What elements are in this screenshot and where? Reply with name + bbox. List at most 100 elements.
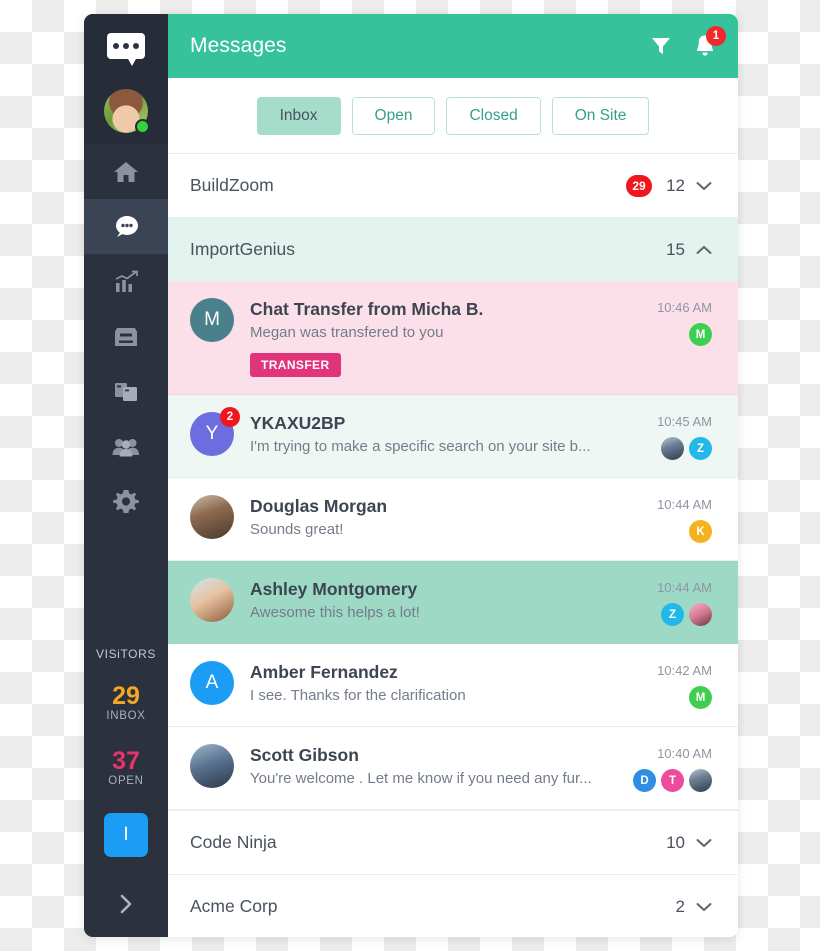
conversation-row[interactable]: Ashley Montgomery Awesome this helps a l…: [168, 561, 738, 644]
chevron-down-icon: [696, 181, 712, 190]
home-icon: [114, 161, 138, 182]
sidebar-item-canned[interactable]: [84, 364, 168, 419]
notification-badge: 1: [706, 26, 726, 46]
group-header-acme-corp[interactable]: Acme Corp 2: [168, 874, 738, 937]
conversation-name: Amber Fernandez: [250, 662, 398, 682]
chevron-right-icon: [120, 894, 132, 914]
main-panel: Messages 1 Inbox Open Closed On Site Bui…: [168, 14, 738, 937]
conversation-text: Douglas Morgan Sounds great!: [250, 495, 645, 543]
participant-avatar: D: [633, 769, 656, 792]
group-name: Code Ninja: [190, 832, 277, 852]
filter-tabs: Inbox Open Closed On Site: [168, 78, 738, 153]
conversation-row[interactable]: M Chat Transfer from Micha B. Megan was …: [168, 281, 738, 395]
group-unread-badge: 29: [626, 174, 652, 197]
compose-button[interactable]: I: [104, 813, 148, 857]
conversation-text: Ashley Montgomery Awesome this helps a l…: [250, 578, 645, 626]
logo-dot: [113, 43, 119, 49]
conversation-meta: 10:44 AM Z: [657, 578, 712, 626]
participant-avatars: Z: [661, 437, 712, 460]
conversation-row[interactable]: Scott Gibson You're welcome . Let me kno…: [168, 727, 738, 810]
filter-button[interactable]: [650, 35, 672, 57]
logo-dot: [133, 43, 139, 49]
group-header-importgenius[interactable]: ImportGenius 15: [168, 217, 738, 281]
participant-avatars: D T: [633, 769, 712, 792]
avatar: [190, 744, 234, 788]
tab-inbox[interactable]: Inbox: [256, 96, 341, 135]
group-name: BuildZoom: [190, 175, 274, 195]
avatar-initial: M: [190, 298, 234, 342]
online-status-indicator: [135, 119, 150, 134]
conversation-preview: You're welcome . Let me know if you need…: [250, 770, 592, 787]
avatar: Y 2: [190, 407, 240, 456]
avatar-photo: [190, 744, 234, 788]
group-name: ImportGenius: [190, 239, 296, 259]
conversation-meta: 10:46 AM M: [657, 298, 712, 377]
logo-dot: [123, 43, 129, 49]
stat-open-label: OPEN: [108, 775, 144, 787]
conversation-preview: Awesome this helps a lot!: [250, 604, 420, 621]
group-meta: 15: [663, 240, 712, 260]
chart-icon: [115, 270, 138, 292]
participant-avatar: [689, 603, 712, 626]
conversation-time: 10:44 AM: [657, 497, 712, 512]
sidebar-expand-button[interactable]: [84, 881, 168, 927]
group-meta: 2: [663, 897, 712, 917]
conversation-text: Amber Fernandez I see. Thanks for the cl…: [250, 661, 645, 709]
group-count: 15: [666, 239, 685, 259]
group-count: 12: [666, 175, 685, 195]
sidebar-item-settings[interactable]: [84, 474, 168, 529]
chat-bubble-logo-icon: [107, 33, 145, 66]
participant-avatar: Z: [661, 603, 684, 626]
people-icon: [112, 438, 139, 456]
group-header-buildzoom[interactable]: BuildZoom 29 12: [168, 153, 738, 217]
notifications-button[interactable]: 1: [694, 26, 726, 58]
sidebar-item-team[interactable]: [84, 419, 168, 474]
app-logo[interactable]: [84, 14, 168, 78]
stat-inbox: 29 INBOX: [106, 682, 145, 722]
conversation-row[interactable]: Douglas Morgan Sounds great! 10:44 AM K: [168, 478, 738, 561]
stat-open-value: 37: [112, 746, 140, 775]
sidebar-item-messages[interactable]: [84, 199, 168, 254]
conversation-time: 10:45 AM: [657, 414, 712, 429]
status-badge: TRANSFER: [250, 353, 341, 377]
tab-on-site[interactable]: On Site: [551, 96, 650, 135]
avatar-initial: A: [190, 661, 234, 705]
participant-avatar: [689, 769, 712, 792]
avatar: M: [190, 298, 234, 342]
sidebar-item-home[interactable]: [84, 144, 168, 199]
participant-avatar: T: [661, 769, 684, 792]
avatar-photo: [190, 578, 234, 622]
participant-avatar: M: [689, 686, 712, 709]
sidebar-item-archive[interactable]: [84, 309, 168, 364]
chevron-down-icon: [696, 838, 712, 847]
current-user-avatar[interactable]: [84, 78, 168, 144]
conversation-name: Ashley Montgomery: [250, 579, 418, 599]
conversation-row[interactable]: Y 2 YKAXU2BP I'm trying to make a specif…: [168, 395, 738, 478]
top-bar-actions: 1: [650, 26, 726, 58]
conversation-time: 10:44 AM: [657, 580, 712, 595]
chevron-up-icon: [696, 245, 712, 254]
participant-avatars: K: [689, 520, 712, 543]
participant-avatar: [661, 437, 684, 460]
avatar-photo: [190, 495, 234, 539]
group-name: Acme Corp: [190, 896, 278, 916]
group-meta: 29 12: [626, 174, 712, 197]
sidebar-nav: [84, 144, 168, 529]
visitors-title: VISiTORS: [96, 646, 156, 661]
conversation-time: 10:46 AM: [657, 300, 712, 315]
conversation-preview: Megan was transfered to you: [250, 324, 444, 341]
conversation-name: Scott Gibson: [250, 745, 359, 765]
sidebar: VISiTORS 29 INBOX 37 OPEN I: [84, 14, 168, 937]
tab-closed[interactable]: Closed: [446, 96, 541, 135]
group-header-code-ninja[interactable]: Code Ninja 10: [168, 810, 738, 874]
conversation-meta: 10:40 AM D T: [633, 744, 712, 792]
gear-icon: [113, 489, 139, 513]
conversation-row[interactable]: A Amber Fernandez I see. Thanks for the …: [168, 644, 738, 727]
avatar: [190, 495, 234, 539]
sidebar-item-analytics[interactable]: [84, 254, 168, 309]
filter-icon: [652, 38, 670, 54]
participant-avatar: K: [689, 520, 712, 543]
conversation-name: Douglas Morgan: [250, 496, 388, 516]
group-count: 10: [666, 832, 685, 852]
tab-open[interactable]: Open: [351, 96, 436, 135]
